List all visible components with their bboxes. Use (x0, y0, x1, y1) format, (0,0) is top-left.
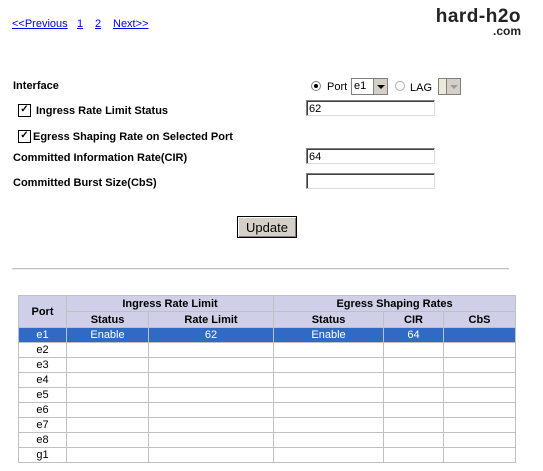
cell-rate-limit (147, 372, 275, 388)
cell-egress-status (273, 357, 385, 373)
watermark-logo: hard-h2o .com (435, 6, 521, 38)
cir-input[interactable]: 64 (306, 148, 435, 164)
cell-rate-limit (147, 342, 275, 358)
cell-egress-status (273, 372, 385, 388)
table-row[interactable]: e3 (18, 357, 517, 373)
egress-checkbox[interactable]: ✓ (18, 130, 31, 143)
cell-cir (383, 447, 445, 463)
cell-ingress-status: Enable (66, 327, 149, 343)
cell-cir (383, 432, 445, 448)
cell-egress-status (273, 447, 385, 463)
cell-cbs (443, 402, 517, 418)
cell-cbs (443, 432, 517, 448)
cell-port: e2 (18, 342, 67, 358)
port-header: Port (18, 295, 67, 328)
cell-port: e6 (18, 402, 67, 418)
cell-cir (383, 372, 445, 388)
chevron-down-icon (373, 79, 387, 94)
cell-ingress-status (66, 447, 149, 463)
cell-cir (383, 417, 445, 433)
watermark-line1: hard-h2o (435, 6, 521, 27)
cell-cbs (443, 357, 517, 373)
cell-ingress-status (66, 372, 149, 388)
table-row[interactable]: e7 (18, 417, 517, 433)
ingress-group-header: Ingress Rate Limit (65, 295, 275, 312)
rate-limit-header: Rate Limit (147, 311, 275, 328)
table-row[interactable]: e2 (18, 342, 517, 358)
cbs-input[interactable] (306, 173, 435, 189)
cell-rate-limit (147, 432, 275, 448)
cir-label: Committed Information Rate(CIR) (13, 152, 188, 164)
cell-rate-limit (147, 447, 275, 463)
cell-rate-limit (147, 417, 275, 433)
cell-cir (383, 342, 445, 358)
table-row[interactable]: e1 Enable 62 Enable 64 (18, 327, 517, 343)
cell-egress-status (273, 432, 385, 448)
cell-port: e1 (18, 327, 67, 343)
cell-egress-status: Enable (273, 327, 385, 343)
ingress-status-header: Status (66, 311, 149, 328)
port-radio-label: Port (327, 81, 348, 93)
divider (12, 268, 509, 270)
cell-port: e3 (18, 357, 67, 373)
cell-cbs (443, 387, 517, 403)
port-select[interactable]: e1 (351, 78, 388, 95)
cell-cir: 64 (383, 327, 445, 343)
port-radio[interactable] (311, 81, 321, 91)
cbs-label: Committed Burst Size(CbS) (13, 177, 157, 189)
cir-header: CIR (383, 311, 445, 328)
cell-cbs (443, 417, 517, 433)
lag-radio[interactable] (395, 81, 405, 91)
lag-select[interactable] (438, 78, 461, 95)
cell-egress-status (273, 417, 385, 433)
cell-cir (383, 357, 445, 373)
table-row[interactable]: e5 (18, 387, 517, 403)
cbs-header: CbS (443, 311, 517, 328)
cell-ingress-status (66, 432, 149, 448)
cell-rate-limit: 62 (147, 327, 275, 343)
cell-rate-limit (147, 387, 275, 403)
cell-cir (383, 402, 445, 418)
page-1-link[interactable]: 1 (77, 18, 83, 30)
chevron-down-icon (446, 79, 460, 94)
cell-cbs (443, 342, 517, 358)
ingress-checkbox[interactable]: ✓ (18, 104, 31, 117)
lag-radio-label: LAG (410, 82, 433, 94)
page-2-link[interactable]: 2 (95, 18, 101, 30)
cell-ingress-status (66, 402, 149, 418)
cell-ingress-status (66, 417, 149, 433)
rate-limit-table: Port Ingress Rate Limit Egress Shaping R… (18, 295, 517, 463)
cell-rate-limit (147, 357, 275, 373)
table-row[interactable]: e6 (18, 402, 517, 418)
next-link[interactable]: Next>> (113, 18, 148, 30)
egress-status-header: Status (273, 311, 385, 328)
cell-egress-status (273, 387, 385, 403)
cell-egress-status (273, 342, 385, 358)
cell-ingress-status (66, 387, 149, 403)
egress-group-header: Egress Shaping Rates (273, 295, 517, 312)
interface-label: Interface (13, 80, 59, 92)
cell-ingress-status (66, 357, 149, 373)
cell-rate-limit (147, 402, 275, 418)
cell-port: e4 (18, 372, 67, 388)
table-row[interactable]: g1 (18, 447, 517, 463)
egress-label: Egress Shaping Rate on Selected Port (33, 131, 233, 143)
cell-cbs (443, 447, 517, 463)
table-row[interactable]: e8 (18, 432, 517, 448)
cell-egress-status (273, 402, 385, 418)
cell-cbs (443, 327, 517, 343)
cell-port: e5 (18, 387, 67, 403)
ingress-rate-input[interactable]: 62 (306, 100, 435, 116)
cell-cbs (443, 372, 517, 388)
table-row[interactable]: e4 (18, 372, 517, 388)
cell-port: e7 (18, 417, 67, 433)
port-select-value: e1 (354, 80, 367, 92)
previous-link[interactable]: <<Previous (12, 18, 68, 30)
cell-port: g1 (18, 447, 67, 463)
ingress-label: Ingress Rate Limit Status (36, 105, 169, 117)
cell-ingress-status (66, 342, 149, 358)
update-button[interactable]: Update (237, 216, 297, 238)
cell-port: e8 (18, 432, 67, 448)
cell-cir (383, 387, 445, 403)
